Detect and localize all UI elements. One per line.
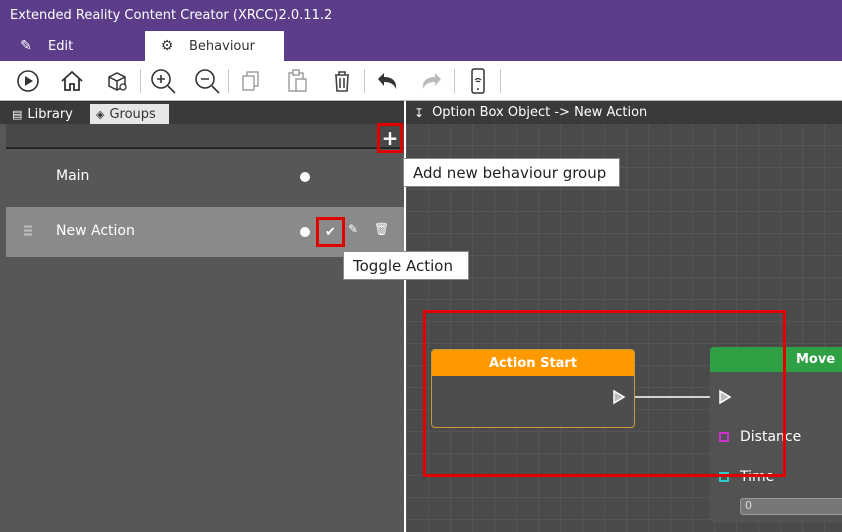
toolbar-divider [140, 69, 141, 93]
device-preview-icon[interactable] [463, 66, 493, 96]
group-item-label: Main [56, 168, 90, 184]
tab-library-label: Library [27, 106, 73, 122]
active-dot-icon [300, 227, 310, 237]
group-list: Main ━ ━ ━ New Action ✔ ✎ 🗑 [6, 148, 404, 532]
tab-groups[interactable]: ◈ Groups [90, 104, 169, 124]
object-settings-icon[interactable] [102, 66, 132, 96]
breadcrumb: ↧ Option Box Object -> New Action [406, 101, 842, 124]
zoom-out-icon[interactable] [192, 66, 222, 96]
arrow-down-icon: ↧ [414, 105, 425, 120]
toolbar-divider [454, 69, 455, 93]
groups-header [6, 124, 404, 148]
toggle-action-button[interactable]: ✔ [316, 217, 345, 247]
toolbar-divider [364, 69, 365, 93]
home-icon[interactable] [57, 66, 87, 96]
drag-handle-icon[interactable]: ━ ━ ━ [24, 221, 32, 242]
tooltip-toggle-action: Toggle Action [343, 251, 469, 280]
plus-icon: + [381, 126, 399, 150]
group-item-new-action[interactable]: ━ ━ ━ New Action ✔ ✎ 🗑 [6, 207, 404, 257]
play-icon[interactable] [13, 66, 43, 96]
edit-icon[interactable]: ✎ [348, 222, 358, 236]
redo-icon[interactable] [417, 66, 447, 96]
copy-icon[interactable] [236, 66, 266, 96]
layers-icon: ◈ [96, 107, 105, 121]
window-title: Extended Reality Content Creator (XRCC)2… [10, 8, 333, 23]
tab-edit[interactable]: ✎ Edit [0, 31, 145, 61]
gear-icon: ⚙ [160, 38, 174, 54]
paste-icon[interactable] [282, 66, 312, 96]
tab-behaviour[interactable]: ⚙ Behaviour [145, 31, 284, 61]
tab-groups-label: Groups [109, 106, 156, 122]
toolbar [0, 61, 842, 101]
tab-edit-label: Edit [48, 38, 74, 54]
edit-icon: ✎ [20, 38, 32, 54]
tooltip-add-group: Add new behaviour group [403, 158, 620, 187]
left-panel: ▤ Library ◈ Groups Main ━ ━ ━ New Action ✔… [0, 101, 404, 532]
tab-library[interactable]: ▤ Library [6, 104, 79, 124]
toolbar-divider [228, 69, 229, 93]
group-item-main[interactable]: Main [6, 152, 404, 202]
zoom-in-icon[interactable] [148, 66, 178, 96]
delete-icon[interactable] [327, 66, 357, 96]
menu-bar: ✎ Edit ⚙ Behaviour [0, 31, 842, 61]
highlight-box [423, 310, 786, 477]
library-icon: ▤ [12, 107, 23, 121]
time-input[interactable]: 0 [740, 498, 842, 515]
breadcrumb-text: Option Box Object -> New Action [432, 105, 648, 120]
left-panel-tabs: ▤ Library ◈ Groups [0, 101, 404, 124]
tab-behaviour-label: Behaviour [189, 38, 255, 54]
check-icon: ✔ [325, 224, 336, 240]
undo-icon[interactable] [372, 66, 402, 96]
active-dot-icon [300, 172, 310, 182]
trash-icon[interactable]: 🗑 [374, 222, 389, 236]
title-bar: Extended Reality Content Creator (XRCC)2… [0, 0, 842, 31]
toolbar-divider [500, 69, 501, 93]
group-item-label: New Action [56, 223, 135, 239]
add-group-button[interactable]: + [377, 123, 403, 153]
